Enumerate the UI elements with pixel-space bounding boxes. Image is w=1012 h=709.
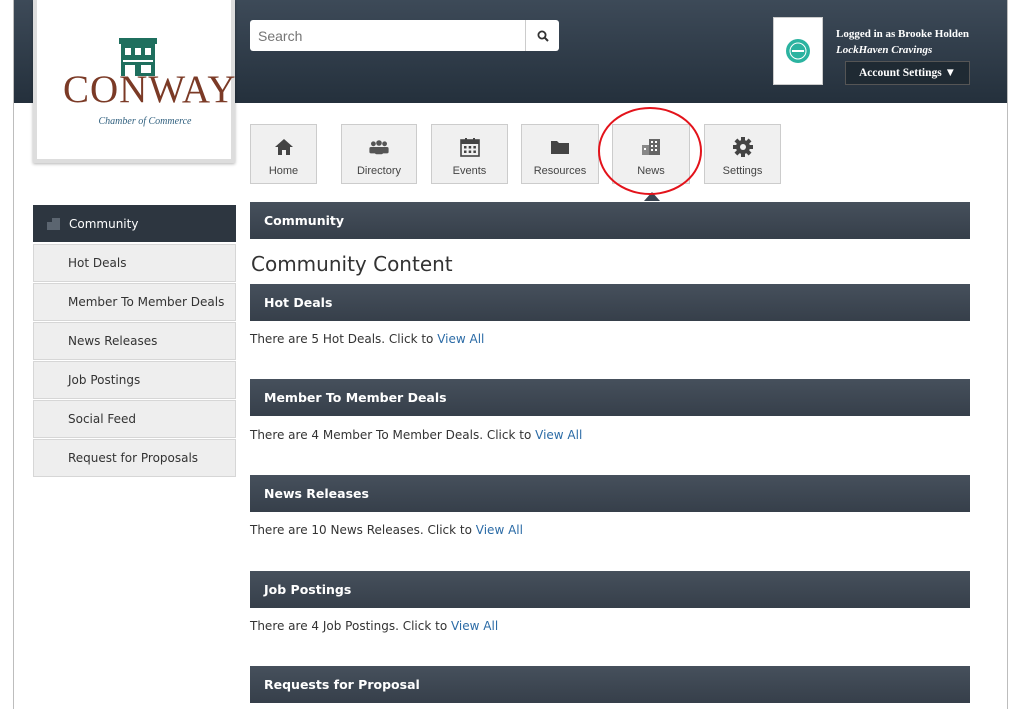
nav-resources-label: Resources (533, 165, 587, 177)
hot-deals-text: There are 5 Hot Deals. Click to (250, 332, 438, 346)
calendar-icon (458, 135, 482, 159)
sidebar-heading-label: Community (69, 216, 139, 231)
search-input[interactable] (250, 20, 526, 51)
job-postings-header: Job Postings (250, 571, 970, 608)
building-small-icon (47, 217, 60, 230)
search-box (250, 20, 559, 51)
sidebar-item-news-releases[interactable]: News Releases (33, 322, 236, 360)
hot-deals-header: Hot Deals (250, 284, 970, 321)
section-header-community: Community (250, 202, 970, 239)
logged-in-text: Logged in as Brooke Holden (836, 28, 970, 40)
job-postings-text: There are 4 Job Postings. Click to (250, 619, 451, 633)
page-title: Community Content (251, 252, 453, 276)
nav-settings[interactable]: Settings (704, 124, 781, 184)
account-settings-button[interactable]: Account Settings ▼ (845, 61, 970, 85)
rfp-header: Requests for Proposal (250, 666, 970, 703)
member-deals-text: There are 4 Member To Member Deals. Clic… (250, 428, 536, 442)
people-icon (367, 135, 391, 159)
home-icon (272, 135, 296, 159)
search-button[interactable] (525, 20, 559, 51)
business-name: LockHaven Cravings (836, 44, 933, 56)
nav-directory-label: Directory (356, 165, 401, 177)
user-info: Logged in as Brooke Holden LockHaven Cra… (836, 26, 969, 58)
nav-events[interactable]: Events (431, 124, 508, 184)
news-releases-text: There are 10 News Releases. Click to (250, 523, 476, 537)
sidebar-item-job-postings[interactable]: Job Postings (33, 361, 236, 399)
sidebar-item-hot-deals[interactable]: Hot Deals (33, 244, 236, 282)
nav-settings-label: Settings (722, 165, 763, 177)
highlight-circle (598, 107, 702, 195)
logo-subtitle: Chamber of Commerce (98, 116, 192, 127)
gear-icon (731, 135, 755, 159)
business-logo-icon (786, 39, 810, 63)
business-avatar[interactable] (773, 17, 823, 85)
sidebar-item-rfp[interactable]: Request for Proposals (33, 439, 236, 477)
hot-deals-view-all-link[interactable]: View All (437, 332, 484, 346)
nav-events-label: Events (452, 165, 487, 177)
job-postings-summary: There are 4 Job Postings. Click to View … (250, 619, 498, 633)
chamber-logo[interactable]: CONWAY Chamber of Commerce (33, 0, 237, 163)
logo-wordmark: CONWAY (63, 68, 237, 111)
sidebar-heading[interactable]: Community (33, 205, 236, 242)
nav-directory[interactable]: Directory (341, 124, 417, 184)
nav-home-label: Home (268, 165, 299, 177)
member-deals-view-all-link[interactable]: View All (535, 428, 582, 442)
member-deals-summary: There are 4 Member To Member Deals. Clic… (250, 428, 582, 442)
job-postings-view-all-link[interactable]: View All (451, 619, 498, 633)
member-deals-header: Member To Member Deals (250, 379, 970, 416)
sidebar-item-member-deals[interactable]: Member To Member Deals (33, 283, 236, 321)
hot-deals-summary: There are 5 Hot Deals. Click to View All (250, 332, 484, 346)
nav-home[interactable]: Home (250, 124, 317, 184)
news-releases-summary: There are 10 News Releases. Click to Vie… (250, 523, 523, 537)
folder-icon (548, 135, 572, 159)
news-releases-view-all-link[interactable]: View All (476, 523, 523, 537)
news-releases-header: News Releases (250, 475, 970, 512)
search-icon (537, 30, 549, 42)
sidebar-item-social-feed[interactable]: Social Feed (33, 400, 236, 438)
nav-resources[interactable]: Resources (521, 124, 599, 184)
